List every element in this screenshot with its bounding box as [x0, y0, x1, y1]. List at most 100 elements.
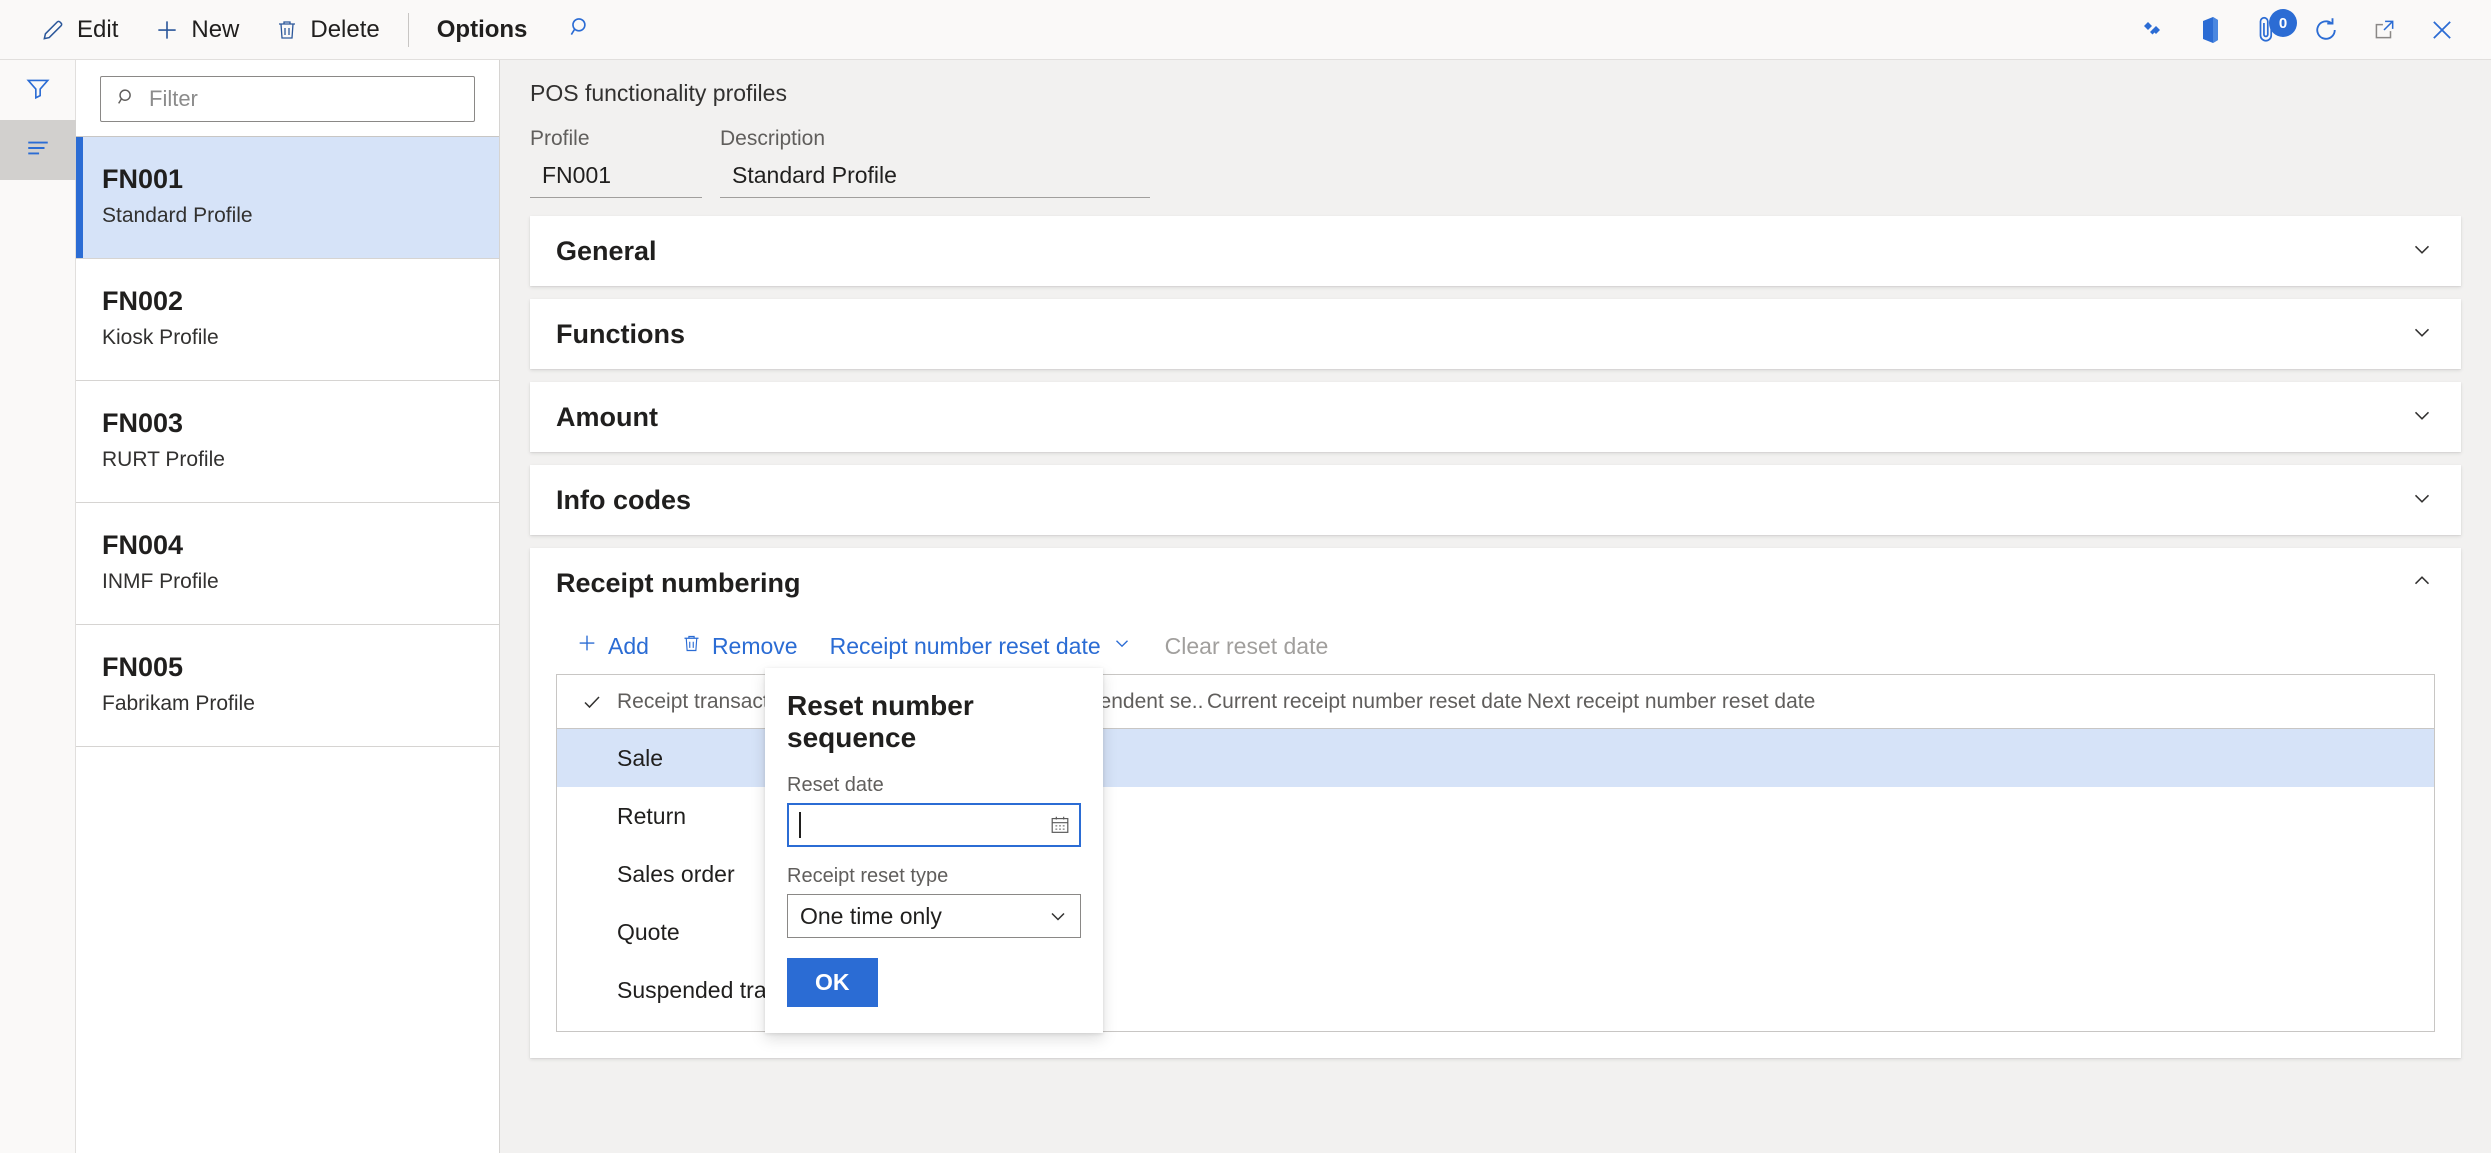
section-amount: Amount	[530, 382, 2461, 452]
grid-toolbar: Add Remove Receipt number reset date Clear …	[556, 618, 2435, 674]
dialog-title: Reset number sequence	[787, 690, 974, 753]
list-item-code: FN004	[102, 530, 184, 560]
chevron-down-icon[interactable]	[2409, 236, 2435, 267]
list-item-description: Kiosk Profile	[102, 326, 219, 350]
description-field: Description Standard Profile	[720, 127, 1150, 198]
section-header[interactable]: General	[530, 216, 2461, 286]
remove-button-label: Remove	[711, 632, 798, 659]
command-bar-left-group: Edit New Delete Options	[0, 0, 615, 59]
list-item[interactable]: FN004 INMF Profile	[76, 503, 499, 625]
receipt-reset-type-value: One time only	[800, 902, 942, 929]
column-header-next-reset-date[interactable]: Next receipt number reset date	[1523, 690, 1923, 714]
chevron-down-icon[interactable]	[2409, 485, 2435, 516]
list-item-code: FN005	[102, 652, 184, 682]
search-icon	[115, 86, 137, 113]
receipt-reset-type-label: Receipt reset type	[787, 865, 949, 887]
refresh-icon[interactable]	[2297, 0, 2355, 59]
reset-date-input[interactable]	[787, 803, 1081, 847]
command-bar-right-group: 0	[2123, 0, 2491, 59]
section-title: Amount	[556, 401, 658, 432]
section-header[interactable]: Receipt numbering	[530, 548, 2461, 618]
add-button[interactable]: Add	[560, 624, 665, 668]
profile-field: Profile FN001	[530, 127, 702, 198]
delete-button-label: Delete	[310, 15, 380, 43]
section-info-codes: Info codes	[530, 465, 2461, 535]
filter-input[interactable]	[149, 86, 460, 112]
chevron-down-icon[interactable]	[2409, 402, 2435, 433]
section-header[interactable]: Info codes	[530, 465, 2461, 535]
section-general: General	[530, 216, 2461, 286]
office-logo-icon[interactable]	[2181, 0, 2239, 59]
receipt-reset-type-select[interactable]: One time only	[787, 894, 1081, 938]
list-item[interactable]: FN002 Kiosk Profile	[76, 259, 499, 381]
plus-icon	[154, 17, 180, 43]
profile-list-pane: FN001Standard ProfileFN002Kiosk ProfileF…	[76, 60, 500, 1153]
plus-icon	[576, 632, 598, 660]
section-functions: Functions	[530, 299, 2461, 369]
page-title: POS functionality profiles	[530, 80, 787, 106]
chevron-down-icon	[1046, 904, 1070, 928]
list-item-code: FN003	[102, 408, 184, 438]
clear-reset-date-label: Clear reset date	[1164, 632, 1329, 659]
list-empty-area	[76, 747, 499, 1147]
attachment-icon[interactable]: 0	[2239, 0, 2297, 59]
clear-reset-date-button: Clear reset date	[1149, 624, 1345, 668]
chevron-down-icon	[1111, 632, 1133, 660]
profile-list: FN001 Standard Profile FN002 Kiosk Profile F…	[76, 136, 499, 747]
section-header[interactable]: Functions	[530, 299, 2461, 369]
filter-box[interactable]	[100, 76, 475, 122]
section-header[interactable]: Amount	[530, 382, 2461, 452]
funnel-icon	[25, 75, 51, 106]
section-title: General	[556, 235, 657, 266]
list-item[interactable]: FN003 RURT Profile	[76, 381, 499, 503]
trash-icon	[275, 18, 299, 42]
filter-area	[76, 60, 499, 136]
add-button-label: Add	[608, 632, 649, 659]
section-title: Functions	[556, 318, 685, 349]
reset-number-sequence-dialog: Reset number sequence Reset date Receipt…	[765, 668, 1103, 1033]
list-pane-toggle[interactable]	[0, 120, 76, 180]
profile-field-label: Profile	[530, 127, 590, 150]
chevron-down-icon[interactable]	[2409, 319, 2435, 350]
description-field-label: Description	[720, 127, 826, 150]
pencil-icon	[40, 17, 66, 43]
options-button[interactable]: Options	[419, 0, 546, 59]
close-icon[interactable]	[2413, 0, 2471, 59]
description-field-value[interactable]: Standard Profile	[720, 158, 1150, 198]
header-fields: Profile FN001 Description Standard Profi…	[530, 127, 2461, 198]
list-item-description: Fabrikam Profile	[102, 692, 255, 716]
new-button[interactable]: New	[136, 0, 257, 59]
list-item-code: FN002	[102, 286, 184, 316]
left-icon-rail	[0, 60, 76, 1153]
section-title: Info codes	[556, 484, 692, 515]
list-item-description: Standard Profile	[102, 204, 253, 228]
search-icon	[567, 14, 593, 45]
receipt-number-reset-date-menu[interactable]: Receipt number reset date	[814, 624, 1149, 668]
select-all-checkmark-icon[interactable]	[571, 690, 613, 714]
reset-date-label: Reset date	[787, 774, 884, 796]
list-item-code: FN001	[102, 164, 184, 194]
column-header-current-reset-date[interactable]: Current receipt number reset date	[1203, 690, 1523, 714]
text-caret	[799, 812, 801, 838]
options-button-label: Options	[436, 15, 528, 43]
list-item-description: RURT Profile	[102, 448, 225, 472]
form-header: POS functionality profiles Profile FN001…	[500, 60, 2491, 198]
edit-button-label: Edit	[77, 15, 119, 43]
command-bar: Edit New Delete Options 0	[0, 0, 2491, 60]
ok-button[interactable]: OK	[787, 958, 878, 1007]
remove-button[interactable]: Remove	[665, 624, 814, 668]
chevron-up-icon[interactable]	[2409, 568, 2435, 599]
new-button-label: New	[191, 15, 240, 43]
open-in-new-window-icon[interactable]	[2355, 0, 2413, 59]
list-item-description: INMF Profile	[102, 570, 219, 594]
profile-field-value[interactable]: FN001	[530, 158, 702, 198]
list-item[interactable]: FN001 Standard Profile	[76, 137, 499, 259]
dynamics-logo-icon[interactable]	[2123, 0, 2181, 59]
calendar-icon[interactable]	[1049, 814, 1071, 836]
list-item[interactable]: FN005 Fabrikam Profile	[76, 625, 499, 747]
trash-icon	[681, 633, 702, 660]
search-button[interactable]	[545, 0, 615, 59]
filter-pane-toggle[interactable]	[0, 60, 76, 120]
edit-button[interactable]: Edit	[22, 0, 136, 59]
delete-button[interactable]: Delete	[257, 0, 397, 59]
